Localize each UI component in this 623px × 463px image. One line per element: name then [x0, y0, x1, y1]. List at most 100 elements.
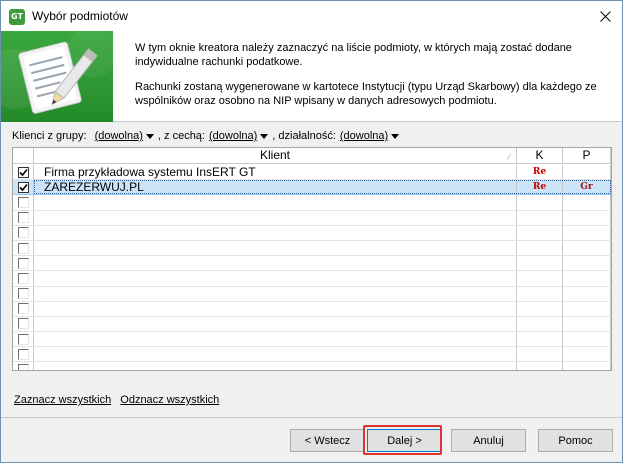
row-checkbox[interactable] [17, 318, 29, 330]
select-all-link[interactable]: Zaznacz wszystkich [14, 394, 111, 406]
client-name-cell [34, 362, 517, 370]
row-checkbox-cell [13, 225, 34, 240]
table-row[interactable] [13, 225, 611, 241]
back-button[interactable]: < Wstecz [290, 429, 365, 452]
dropdown-arrow-icon [145, 134, 154, 139]
k-cell: Re [517, 165, 563, 180]
cancel-button[interactable]: Anuluj [451, 429, 526, 452]
column-header-k[interactable]: K [517, 148, 563, 164]
row-checkbox[interactable] [17, 348, 29, 360]
table-row[interactable] [13, 347, 611, 363]
client-name-cell [34, 332, 517, 347]
selection-links: Zaznacz wszystkich Odznacz wszystkich [14, 394, 225, 406]
activity-filter-dropdown[interactable]: (dowolna) [340, 130, 400, 142]
group-filter-label: Klienci z grupy: [12, 130, 87, 142]
client-name-cell [34, 301, 517, 316]
column-header-p[interactable]: P [563, 148, 611, 164]
wizard-window: GT Wybór podmiotów W tym oknie kreatora … [0, 0, 623, 463]
dropdown-arrow-icon [260, 134, 269, 139]
app-logo-icon: GT [9, 9, 25, 25]
k-cell [517, 240, 563, 256]
table-row[interactable] [13, 240, 611, 257]
client-name-cell [34, 225, 517, 240]
wizard-banner-image [1, 31, 113, 122]
sort-indicator-icon: ⁄ [508, 152, 510, 162]
client-name-cell [34, 316, 517, 332]
row-checkbox-cell [13, 210, 34, 225]
k-cell [517, 362, 563, 370]
grid-header: Klient ⁄ K P [13, 148, 611, 164]
activity-filter-label: , działalność: [272, 130, 336, 142]
row-checkbox[interactable] [17, 181, 29, 193]
client-name-cell [34, 195, 517, 210]
row-checkbox-cell [13, 362, 34, 370]
k-cell [517, 301, 563, 316]
column-header-client-label: Klient [259, 148, 291, 162]
k-cell [517, 256, 563, 271]
client-name-cell [34, 240, 517, 256]
feature-filter-value: (dowolna) [208, 130, 258, 142]
table-row[interactable]: ZAREZERWUJ.PL Re Gr [13, 180, 611, 196]
table-row[interactable] [13, 286, 611, 302]
close-icon [599, 10, 611, 22]
description-line-2: Rachunki zostaną wygenerowane w kartotec… [135, 81, 597, 107]
description-line-1: W tym oknie kreatora należy zaznaczyć na… [135, 42, 572, 68]
row-checkbox-cell [13, 347, 34, 362]
window-title: Wybór podmiotów [32, 9, 128, 23]
table-row[interactable] [13, 332, 611, 348]
column-header-client[interactable]: Klient ⁄ [34, 148, 517, 164]
k-cell [517, 195, 563, 210]
p-cell [563, 210, 611, 225]
wizard-header: W tym oknie kreatora należy zaznaczyć na… [1, 31, 622, 122]
row-checkbox-cell [13, 165, 34, 180]
row-checkbox[interactable] [17, 257, 29, 269]
table-row[interactable] [13, 210, 611, 226]
row-checkbox[interactable] [17, 196, 29, 208]
bottom-divider [1, 417, 622, 418]
table-row[interactable] [13, 362, 611, 370]
k-cell: Re [517, 180, 563, 195]
table-row[interactable]: Firma przykładowa systemu InsERT GT Re [13, 165, 611, 181]
table-row[interactable] [13, 316, 611, 333]
title-bar: GT Wybór podmiotów [1, 1, 622, 31]
row-checkbox-cell [13, 332, 34, 347]
row-checkbox[interactable] [17, 364, 29, 370]
table-row[interactable] [13, 195, 611, 211]
feature-filter-dropdown[interactable]: (dowolna) [208, 130, 269, 142]
row-checkbox-cell [13, 301, 34, 316]
row-checkbox[interactable] [17, 227, 29, 239]
row-checkbox[interactable] [17, 242, 29, 254]
group-filter-dropdown[interactable]: (dowolna) [95, 130, 154, 142]
p-cell [563, 240, 611, 256]
p-cell [563, 165, 611, 180]
column-header-check[interactable] [13, 148, 34, 164]
row-checkbox[interactable] [17, 333, 29, 345]
row-checkbox[interactable] [17, 212, 29, 224]
k-cell [517, 286, 563, 301]
row-checkbox[interactable] [17, 272, 29, 284]
k-cell [517, 332, 563, 347]
row-checkbox[interactable] [17, 303, 29, 315]
table-row[interactable] [13, 271, 611, 287]
row-checkbox-cell [13, 316, 34, 332]
table-row[interactable] [13, 256, 611, 272]
checkmark-icon [18, 168, 28, 176]
client-filters: Klienci z grupy: (dowolna) , z cechą: (d… [12, 128, 612, 144]
row-checkbox-cell [13, 286, 34, 301]
client-name-cell [34, 347, 517, 362]
row-checkbox[interactable] [17, 166, 29, 178]
deselect-all-link[interactable]: Odznacz wszystkich [120, 394, 219, 406]
row-checkbox-cell [13, 180, 34, 195]
k-cell [517, 225, 563, 240]
close-button[interactable] [588, 1, 622, 31]
checkmark-icon [18, 183, 28, 191]
k-cell [517, 271, 563, 286]
client-name-cell: Firma przykładowa systemu InsERT GT [34, 165, 517, 180]
p-cell [563, 301, 611, 316]
next-button[interactable]: Dalej > [367, 429, 442, 452]
p-cell: Gr [563, 180, 611, 195]
help-button[interactable]: Pomoc [538, 429, 613, 452]
grid-rows: Firma przykładowa systemu InsERT GT Re ZAR… [13, 165, 611, 370]
row-checkbox[interactable] [17, 288, 29, 300]
table-row[interactable] [13, 301, 611, 317]
